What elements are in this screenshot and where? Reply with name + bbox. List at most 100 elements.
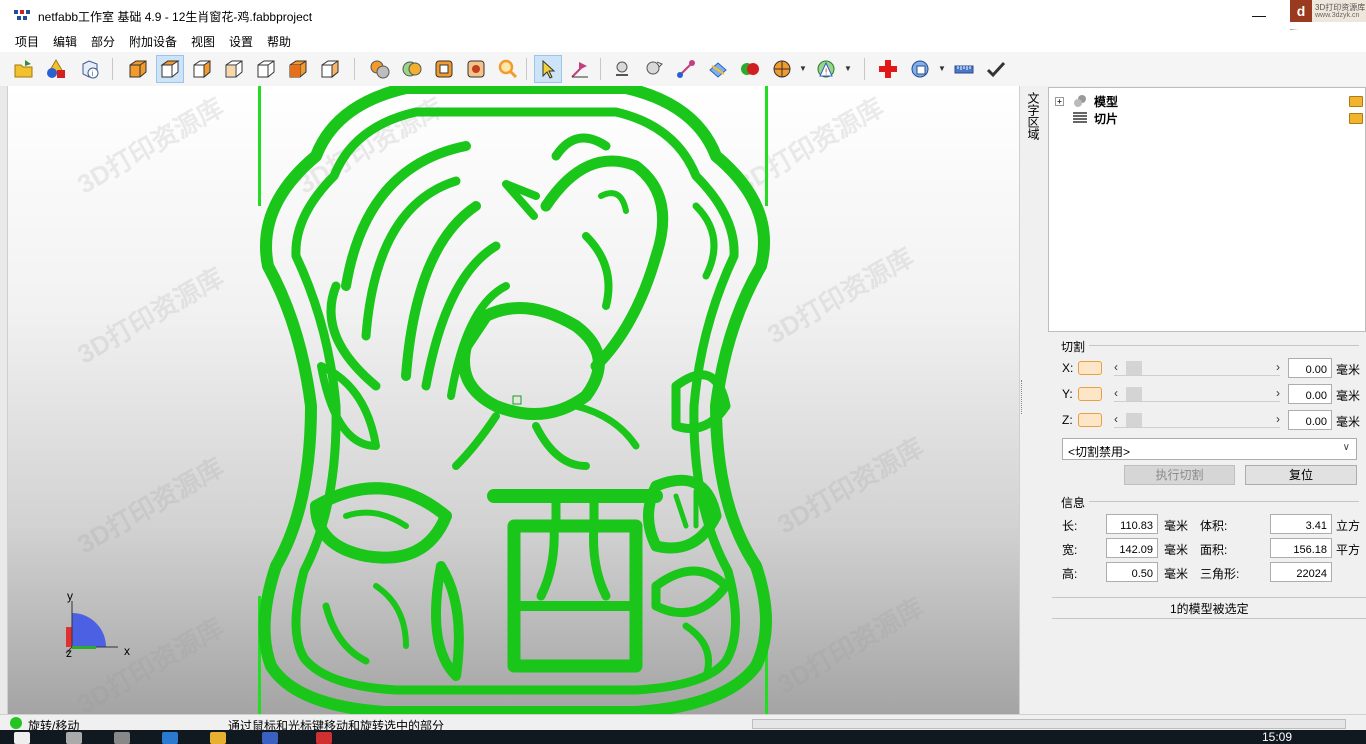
cut-dropdown-arrow[interactable]: ▼ <box>799 64 807 73</box>
cut-mode-select[interactable]: <切割禁用> ∨ <box>1062 438 1357 460</box>
cut-z-color-swatch <box>1078 413 1102 427</box>
cut-axis-y-label: Y: <box>1062 387 1073 401</box>
reset-button[interactable]: 复位 <box>1245 465 1357 485</box>
repair-icon[interactable]: ! <box>812 55 840 83</box>
mirror-icon[interactable] <box>704 55 732 83</box>
slider-left-arrow[interactable]: ‹ <box>1114 386 1118 400</box>
part-info-icon[interactable]: i <box>76 55 104 83</box>
view-perspective-icon[interactable] <box>124 55 152 83</box>
open-project-icon[interactable] <box>10 55 38 83</box>
texture-mode-icon[interactable] <box>398 55 426 83</box>
minimize-button[interactable]: — <box>1236 0 1282 30</box>
tree-item-label: 切片 <box>1094 111 1119 126</box>
volume-label: 体积: <box>1200 519 1228 533</box>
panel-splitter[interactable] <box>1021 380 1023 414</box>
tree-item-slices[interactable]: 切片 <box>1055 110 1118 126</box>
cut-y-input[interactable] <box>1288 384 1332 404</box>
3d-viewport[interactable]: 3D打印资源库 3D打印资源库 3D打印资源库 3D打印资源库 3D打印资源库 … <box>8 86 1019 714</box>
divider <box>1052 597 1366 598</box>
length-value <box>1106 514 1158 534</box>
rooster-papercut-model[interactable] <box>256 86 776 714</box>
app-icon[interactable] <box>262 732 278 744</box>
height-label: 高: <box>1062 567 1078 581</box>
length-unit: 毫米 <box>1164 519 1189 533</box>
analysis-dropdown-arrow[interactable]: ▼ <box>938 64 946 73</box>
view-bottom-icon[interactable] <box>316 55 344 83</box>
cut-section-title: 切割 <box>1061 340 1086 354</box>
menu-extras[interactable]: 附加设备 <box>129 33 177 50</box>
project-tree: + 模型 切片 <box>1048 87 1366 332</box>
select-cursor-icon[interactable] <box>534 55 562 83</box>
selection-status: 1的模型被选定 <box>1170 602 1249 616</box>
cut-z-input[interactable] <box>1288 410 1332 430</box>
menu-view[interactable]: 视图 <box>191 33 215 50</box>
menu-settings[interactable]: 设置 <box>229 33 253 50</box>
menu-part[interactable]: 部分 <box>91 33 115 50</box>
window-title: netfabb工作室 基础 4.9 - 12生肖窗花-鸡.fabbproject <box>38 10 313 24</box>
slider-right-arrow[interactable]: › <box>1276 412 1280 426</box>
add-part-icon[interactable] <box>42 55 70 83</box>
section-view-icon[interactable] <box>462 55 490 83</box>
task-view-icon[interactable] <box>114 732 130 744</box>
browser-icon[interactable] <box>162 732 178 744</box>
watermark: 3D打印资源库 <box>72 91 229 200</box>
wireframe-icon[interactable] <box>430 55 458 83</box>
start-icon[interactable] <box>14 732 30 744</box>
slider-left-arrow[interactable]: ‹ <box>1114 360 1118 374</box>
pivot-handle[interactable] <box>512 395 522 405</box>
view-top-icon[interactable] <box>284 55 312 83</box>
slider-right-arrow[interactable]: › <box>1276 360 1280 374</box>
menu-help[interactable]: 帮助 <box>267 33 291 50</box>
netfabb-taskbar-icon[interactable] <box>316 732 332 744</box>
slider-thumb[interactable] <box>1126 387 1142 401</box>
file-explorer-icon[interactable] <box>210 732 226 744</box>
search-icon[interactable] <box>66 732 82 744</box>
divider <box>1089 501 1359 502</box>
boolean-icon[interactable] <box>736 55 764 83</box>
folder-icon[interactable] <box>1349 113 1363 124</box>
title-bar: netfabb工作室 基础 4.9 - 12生肖窗花-鸡.fabbproject… <box>0 0 1366 62</box>
axis-y-label: y <box>67 591 73 603</box>
repair-dropdown-arrow[interactable]: ▼ <box>844 64 852 73</box>
expand-icon[interactable]: + <box>1055 96 1064 106</box>
rotate-icon[interactable] <box>640 55 668 83</box>
progress-bar <box>752 719 1346 729</box>
view-left-icon[interactable] <box>220 55 248 83</box>
move-part-icon[interactable] <box>566 55 594 83</box>
status-bar: 旋转/移动 通过鼠标和光标键移动和旋转选中的部分 <box>0 714 1366 733</box>
shading-mode-icon[interactable] <box>366 55 394 83</box>
left-dock-strip <box>0 86 8 714</box>
cut-y-slider[interactable]: ‹ › <box>1114 385 1280 403</box>
chevron-down-icon[interactable]: ∨ <box>1343 442 1350 453</box>
analysis-icon[interactable] <box>906 55 934 83</box>
execute-cut-button[interactable]: 执行切割 <box>1124 465 1235 485</box>
zoom-icon[interactable] <box>494 55 522 83</box>
add-repair-icon[interactable] <box>874 55 902 83</box>
slider-thumb[interactable] <box>1126 361 1142 375</box>
view-back-icon[interactable] <box>188 55 216 83</box>
tree-item-models[interactable]: + 模型 <box>1055 93 1118 109</box>
cut-x-input[interactable] <box>1288 358 1332 378</box>
length-label: 长: <box>1062 519 1078 533</box>
cut-z-slider[interactable]: ‹ › <box>1114 411 1280 429</box>
cut-icon[interactable] <box>768 55 796 83</box>
cut-y-color-swatch <box>1078 387 1102 401</box>
menu-project[interactable]: 项目 <box>15 33 39 50</box>
slider-thumb[interactable] <box>1126 413 1142 427</box>
view-right-icon[interactable] <box>252 55 280 83</box>
svg-text:!: ! <box>825 68 828 77</box>
apply-checkmark-icon[interactable] <box>982 55 1010 83</box>
ruler-icon[interactable] <box>950 55 978 83</box>
taskbar-clock: 15:09 <box>1262 730 1293 744</box>
cut-axis-x-label: X: <box>1062 361 1074 375</box>
text-area-tab[interactable]: 文字区域 <box>1026 92 1042 140</box>
slider-right-arrow[interactable]: › <box>1276 386 1280 400</box>
slider-left-arrow[interactable]: ‹ <box>1114 412 1118 426</box>
folder-icon[interactable] <box>1349 96 1363 107</box>
menu-edit[interactable]: 编辑 <box>53 33 77 50</box>
watermark: 3D打印资源库 <box>772 591 929 700</box>
scale-icon[interactable] <box>672 55 700 83</box>
view-front-icon[interactable] <box>156 55 184 83</box>
cut-x-slider[interactable]: ‹ › <box>1114 359 1280 377</box>
measure-icon[interactable] <box>608 55 636 83</box>
